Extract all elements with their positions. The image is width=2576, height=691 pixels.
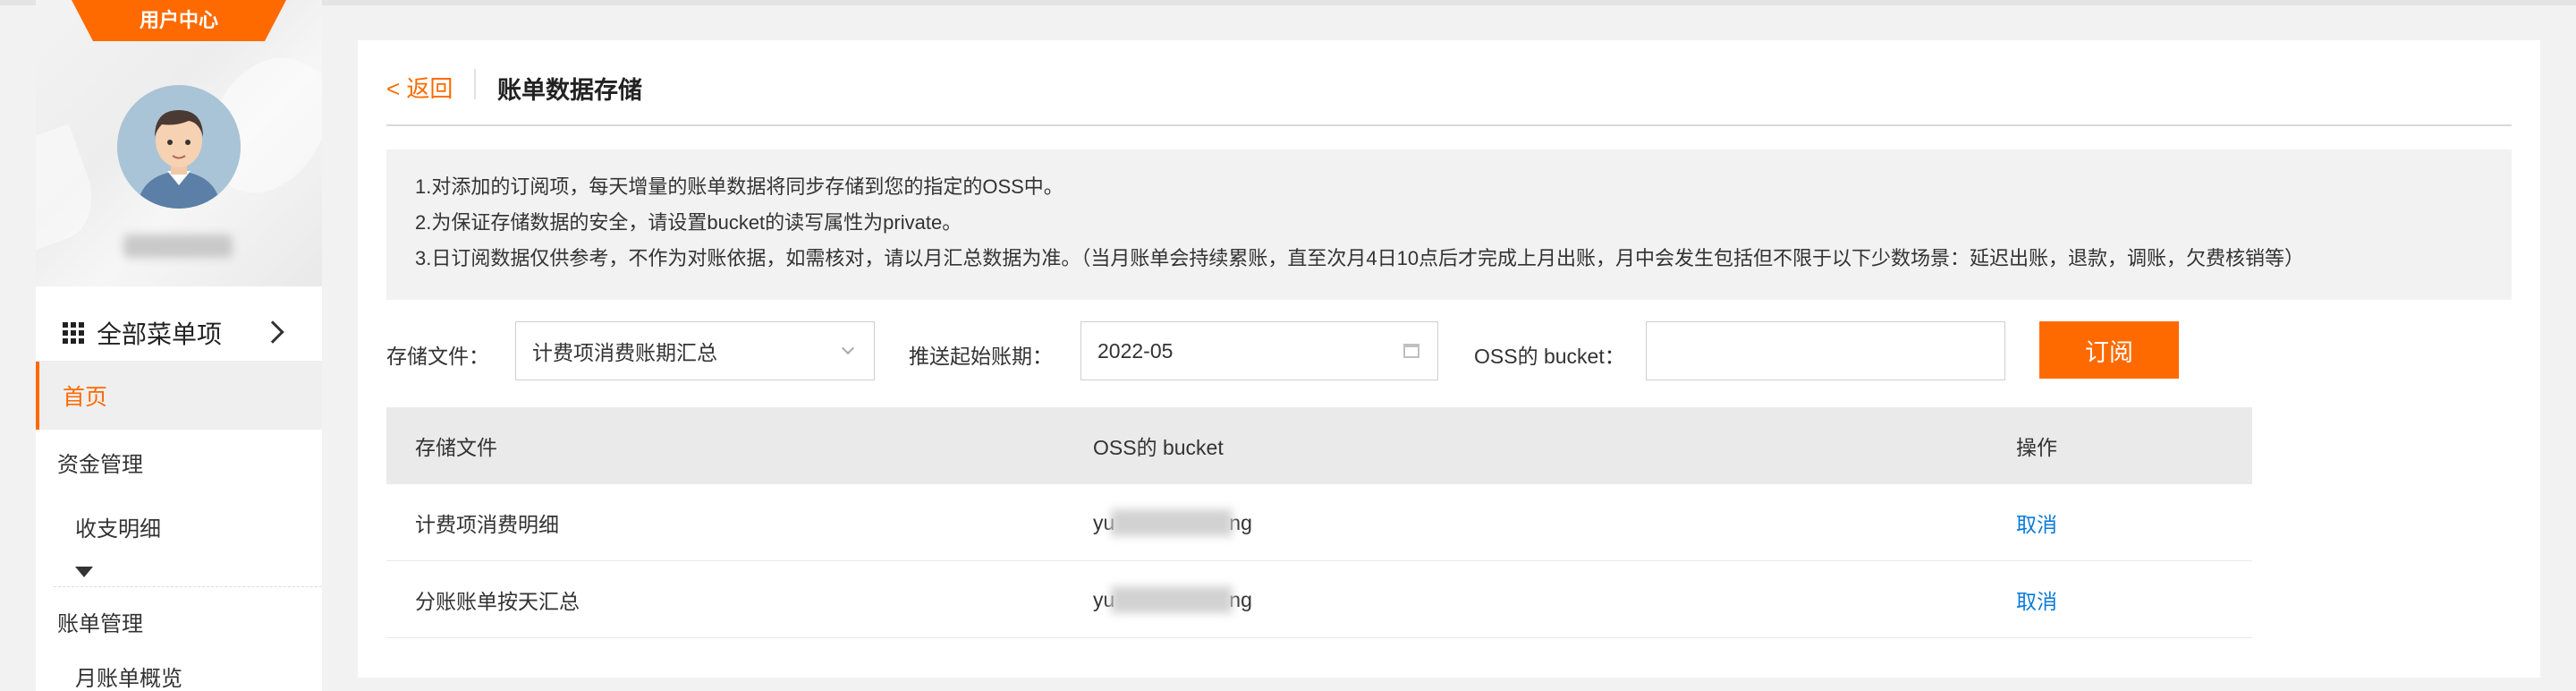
username-blurred [123, 235, 233, 258]
divider [474, 69, 476, 99]
cancel-link[interactable]: 取消 [2016, 484, 2057, 561]
sidebar-item-label: 首页 [63, 385, 108, 410]
main-panel: < 返回 账单数据存储 1.对添加的订阅项，每天增量的账单数据将同步存储到您的指… [358, 40, 2540, 678]
page-title: 账单数据存储 [497, 77, 642, 104]
back-link[interactable]: < 返回 [386, 71, 453, 104]
calendar-icon [1403, 344, 1419, 358]
notice-line: 3.日订阅数据仅供参考，不作为对账依据，如需核对，请以月汇总数据为准。（当月账单… [415, 247, 2305, 269]
sidebar-item-label: 收支明细 [75, 516, 161, 542]
all-menu-label: 全部菜单项 [97, 320, 223, 348]
sidebar: 用户中心 全部菜单项 首页 资金管理 收支明细 账单管理 月账单概览 [36, 0, 322, 691]
sidebar-item-monthly-bill-overview[interactable]: 月账单概览 [36, 661, 322, 691]
sidebar-item-income-expense-detail[interactable]: 收支明细 [36, 498, 322, 555]
chevron-down-icon [841, 341, 855, 355]
column-header-bucket: OSS的 bucket [1093, 436, 1224, 459]
bucket-redacted [1111, 509, 1233, 536]
sidebar-item-home[interactable]: 首页 [36, 362, 322, 430]
table-header: 存储文件 OSS的 bucket 操作 [386, 407, 2252, 484]
bucket-label: OSS的 bucket： [1474, 345, 1625, 368]
all-menu-button[interactable]: 全部菜单项 [36, 304, 322, 362]
notice-box: 1.对添加的订阅项，每天增量的账单数据将同步存储到您的指定的OSS中。 2.为保… [386, 149, 2512, 300]
avatar[interactable] [117, 85, 241, 209]
sidebar-item-fund-management[interactable]: 资金管理 [36, 433, 322, 491]
avatar-illustration [117, 85, 241, 209]
sidebar-item-label: 资金管理 [57, 452, 143, 477]
subscription-form: 存储文件： 计费项消费账期汇总 推送起始账期： 2022-05 OSS的 buc… [386, 321, 2512, 380]
table-row: 分账账单按天汇总 yu ng 取消 [386, 561, 2252, 638]
column-header-action: 操作 [2016, 436, 2057, 459]
top-border [0, 0, 2576, 5]
bucket-redacted [1111, 586, 1233, 613]
subscription-table: 存储文件 OSS的 bucket 操作 计费项消费明细 yu ng 取消 分账账单… [386, 407, 2252, 638]
row-bucket: yu ng [1093, 561, 1252, 638]
start-period-value: 2022-05 [1097, 338, 1174, 363]
subscribe-button[interactable]: 订阅 [2039, 321, 2179, 379]
chevron-right-icon [261, 320, 284, 344]
file-select-value: 计费项消费账期汇总 [532, 341, 717, 364]
page-header: < 返回 账单数据存储 [386, 40, 2512, 126]
sidebar-item-label: 账单管理 [57, 611, 143, 636]
table-row: 计费项消费明细 yu ng 取消 [386, 484, 2252, 561]
grid-icon [63, 321, 84, 344]
notice-line: 1.对添加的订阅项，每天增量的账单数据将同步存储到您的指定的OSS中。 [415, 175, 1063, 198]
background-leaf-decoration [36, 124, 106, 252]
notice-line: 2.为保证存储数据的安全，请设置bucket的读写属性为private。 [415, 211, 962, 234]
start-period-label: 推送起始账期： [909, 345, 1053, 368]
column-header-file: 存储文件 [415, 436, 497, 459]
row-file: 计费项消费明细 [415, 513, 559, 536]
bucket-input[interactable] [1646, 321, 2005, 380]
user-center-tab[interactable]: 用户中心 [72, 0, 286, 41]
sidebar-item-bill-management[interactable]: 账单管理 [36, 593, 322, 650]
divider [54, 586, 322, 587]
sidebar-item-label: 月账单概览 [75, 667, 182, 691]
file-select[interactable]: 计费项消费账期汇总 [515, 321, 875, 380]
cancel-link[interactable]: 取消 [2016, 561, 2057, 638]
file-label: 存储文件： [386, 345, 489, 368]
caret-down-icon[interactable] [75, 567, 93, 577]
user-card: 用户中心 [36, 0, 322, 286]
row-file: 分账账单按天汇总 [415, 590, 580, 613]
start-period-picker[interactable]: 2022-05 [1080, 321, 1438, 380]
row-bucket: yu ng [1093, 484, 1252, 561]
